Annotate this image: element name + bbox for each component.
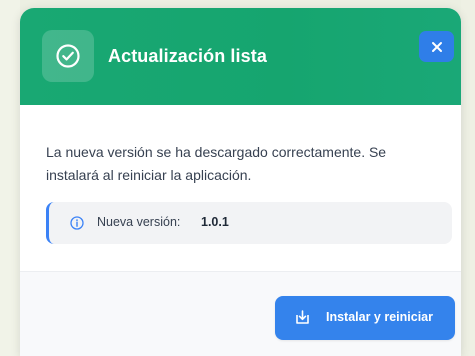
version-value: 1.0.1: [201, 215, 229, 229]
dialog-body: La nueva versión se ha descargado correc…: [20, 105, 461, 271]
dialog-title: Actualización lista: [108, 46, 267, 66]
backdrop: [0, 0, 20, 356]
close-button[interactable]: [419, 31, 454, 62]
version-label: Nueva versión:: [97, 215, 181, 229]
backdrop-right: [461, 0, 475, 356]
dialog-footer: Instalar y reiniciar: [20, 271, 461, 356]
install-button-label: Instalar y reiniciar: [326, 310, 434, 324]
update-message: La nueva versión se ha descargado correc…: [46, 144, 387, 183]
dialog-header: Actualización lista: [20, 8, 461, 105]
close-icon: [431, 41, 442, 52]
update-dialog: Actualización lista La nueva versión se …: [20, 8, 461, 356]
version-info-box: Nueva versión: 1.0.1: [46, 202, 452, 244]
install-and-restart-button[interactable]: Instalar y reiniciar: [275, 296, 455, 340]
info-icon: [70, 216, 84, 230]
download-install-icon: [296, 310, 309, 324]
check-circle-icon: [42, 30, 94, 82]
